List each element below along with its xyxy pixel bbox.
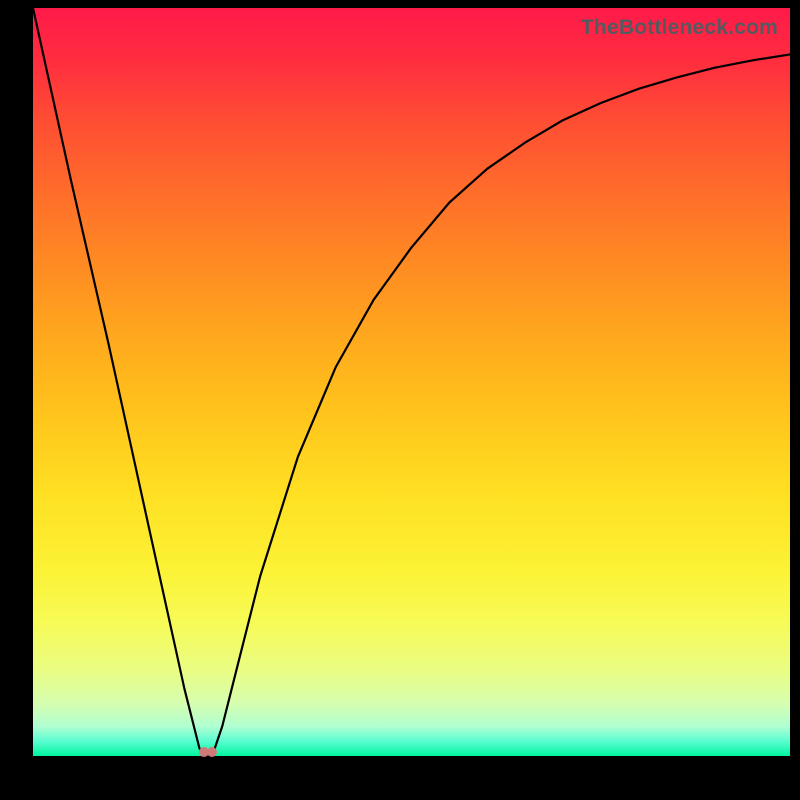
chart-frame: TheBottleneck.com	[0, 0, 800, 800]
plot-area: TheBottleneck.com	[33, 8, 790, 756]
optimal-marker	[207, 747, 217, 757]
bottleneck-curve	[33, 8, 790, 756]
